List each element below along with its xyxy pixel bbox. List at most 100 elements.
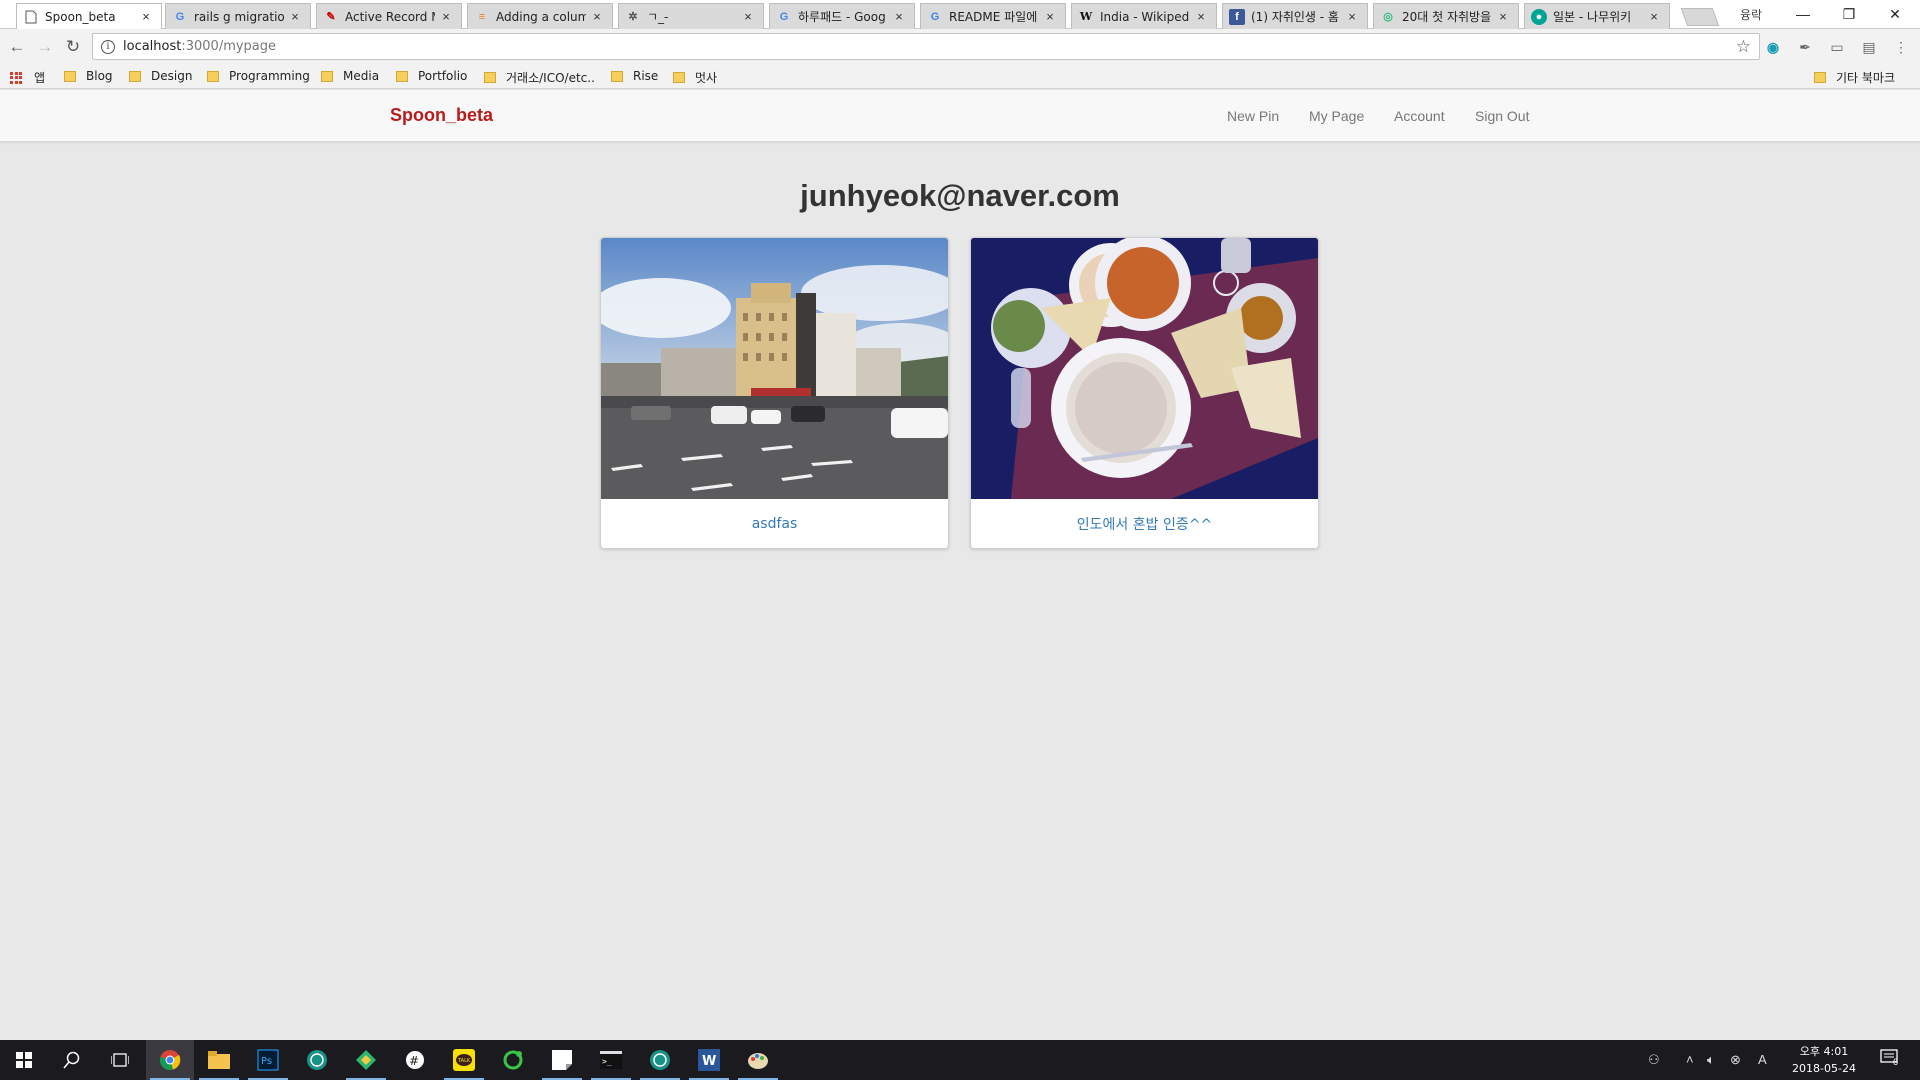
tab-rails-migration[interactable]: G rails g migration ×: [165, 3, 311, 29]
city-street-photo[interactable]: [601, 238, 948, 499]
pin-card[interactable]: 인도에서 혼밥 인증^^: [970, 237, 1319, 549]
close-icon[interactable]: ×: [1194, 9, 1208, 24]
network-icon[interactable]: ⊗: [1730, 1052, 1741, 1068]
pin-caption[interactable]: 인도에서 혼밥 인증^^: [971, 499, 1318, 548]
bookmark-folder-media[interactable]: Media: [321, 69, 379, 83]
search-icon[interactable]: [48, 1040, 96, 1080]
tab-readme[interactable]: G README 파일에 ×: [920, 3, 1066, 29]
bookmark-folder-other[interactable]: 기타 북마크: [1814, 69, 1895, 86]
back-icon[interactable]: ←: [6, 36, 28, 58]
bookmark-label: Portfolio: [418, 69, 468, 83]
bookmark-label: Programming: [229, 69, 310, 83]
reload-icon[interactable]: ↻: [62, 36, 84, 58]
folder-icon: [321, 70, 333, 82]
tab-title: India - Wikipedia: [1100, 9, 1190, 24]
tab-harupad[interactable]: G 하루패드 - Goog ×: [769, 3, 915, 29]
nav-my-page[interactable]: My Page: [1309, 108, 1364, 124]
line-icon[interactable]: [489, 1040, 537, 1080]
tab-title: Adding a column: [496, 9, 586, 24]
windows-start-icon[interactable]: [0, 1040, 48, 1080]
address-bar[interactable]: i localhost:3000/mypage ☆: [92, 33, 1760, 60]
bookmark-folder-likelion[interactable]: 멋사: [673, 69, 717, 86]
close-icon[interactable]: ×: [1647, 9, 1661, 24]
restore-icon[interactable]: ❐: [1826, 0, 1872, 28]
close-icon[interactable]: ×: [590, 9, 604, 24]
bookmark-folder-blog[interactable]: Blog: [64, 69, 113, 83]
task-view-icon[interactable]: [96, 1040, 144, 1080]
slack-icon[interactable]: #: [391, 1040, 439, 1080]
action-center-icon[interactable]: 6: [1880, 1049, 1904, 1071]
bookmark-folder-portfolio[interactable]: Portfolio: [396, 69, 467, 83]
bookmark-label: Rise: [633, 69, 659, 83]
brand-logo-link[interactable]: Spoon_beta: [390, 105, 493, 126]
volume-icon[interactable]: 🔈︎: [1707, 1052, 1715, 1068]
close-icon[interactable]: ×: [439, 9, 453, 24]
nav-account[interactable]: Account: [1394, 108, 1445, 124]
close-icon[interactable]: ×: [1043, 9, 1057, 24]
bookmark-folder-programming[interactable]: Programming: [207, 69, 310, 83]
tab-brunch[interactable]: ◎ 20대 첫 자취방을 ×: [1373, 3, 1519, 29]
chrome-icon[interactable]: [146, 1040, 194, 1080]
close-icon[interactable]: ×: [892, 9, 906, 24]
close-icon[interactable]: ×: [1345, 9, 1359, 24]
new-tab-button[interactable]: [1680, 8, 1720, 26]
close-window-icon[interactable]: ✕: [1872, 0, 1918, 28]
tab-spoon-beta[interactable]: Spoon_beta ×: [16, 3, 162, 29]
indian-food-photo[interactable]: [971, 238, 1318, 499]
forward-icon[interactable]: →: [34, 36, 56, 58]
close-icon[interactable]: ×: [1496, 9, 1510, 24]
tab-facebook[interactable]: f (1) 자취인생 - 홈 ×: [1222, 3, 1368, 29]
extension-menu-icon[interactable]: ▤: [1860, 38, 1878, 56]
tab-namuwiki[interactable]: ● 일본 - 나무위키 ×: [1524, 3, 1670, 29]
tab-adding-column[interactable]: ≡ Adding a column ×: [467, 3, 613, 29]
gitkraken-icon[interactable]: [293, 1040, 341, 1080]
pin-caption[interactable]: asdfas: [601, 499, 948, 548]
paint-icon[interactable]: [734, 1040, 782, 1080]
tab-title: 20대 첫 자취방을: [1402, 10, 1492, 24]
bookmark-folder-design[interactable]: Design: [129, 69, 192, 83]
close-icon[interactable]: ×: [741, 9, 755, 24]
file-explorer-icon[interactable]: [195, 1040, 243, 1080]
photoshop-icon[interactable]: Ps: [244, 1040, 292, 1080]
show-hidden-icons-icon[interactable]: ˄: [1686, 1052, 1694, 1067]
svg-text:W: W: [702, 1054, 716, 1069]
eyedropper-extension-icon[interactable]: ✒: [1796, 38, 1814, 56]
grammarly-extension-icon[interactable]: ◉: [1764, 38, 1782, 56]
terminal-icon[interactable]: >_: [587, 1040, 635, 1080]
extension-icon[interactable]: ▭: [1828, 38, 1846, 56]
folder-icon: [673, 72, 685, 83]
bookmark-label: Media: [343, 69, 380, 83]
bookmark-star-icon[interactable]: ☆: [1736, 37, 1751, 57]
bookmark-folder-exchange[interactable]: 거래소/ICO/etc..: [484, 69, 595, 86]
more-menu-icon[interactable]: ⋮: [1892, 38, 1910, 56]
windows-taskbar: Ps # TALK >_ W ⚇ ˄ 🔈︎ ⊗ A 오후 4:01 2018-0…: [0, 1040, 1920, 1080]
bookmark-folder-rise[interactable]: Rise: [611, 69, 658, 83]
word-icon[interactable]: W: [685, 1040, 733, 1080]
close-icon[interactable]: ×: [288, 9, 302, 24]
ime-indicator[interactable]: A: [1758, 1052, 1767, 1067]
url-path: :3000/mypage: [181, 39, 277, 54]
stackoverflow-icon: ≡: [478, 10, 486, 23]
url-host: localhost: [123, 39, 182, 54]
rails-icon: ✎: [326, 11, 336, 23]
people-icon[interactable]: ⚇: [1648, 1052, 1660, 1068]
bookmark-label: 멋사: [695, 71, 718, 85]
bookmark-apps[interactable]: 앱: [10, 69, 45, 86]
kakaotalk-icon[interactable]: TALK: [440, 1040, 488, 1080]
profile-button[interactable]: 융락: [1740, 6, 1762, 23]
bookmark-label: 기타 북마크: [1836, 71, 1896, 85]
nav-new-pin[interactable]: New Pin: [1227, 108, 1279, 124]
info-icon[interactable]: i: [101, 39, 115, 54]
tab-active-record[interactable]: ✎ Active Record M ×: [316, 3, 462, 29]
tab-misc[interactable]: ✲ ㄱ_- ×: [618, 3, 764, 29]
minimize-icon[interactable]: —: [1780, 0, 1826, 28]
sticky-notes-icon[interactable]: [538, 1040, 586, 1080]
system-clock[interactable]: 오후 4:01 2018-05-24: [1786, 1043, 1862, 1077]
sourcetree-icon[interactable]: [342, 1040, 390, 1080]
tab-india-wikipedia[interactable]: W India - Wikipedia ×: [1071, 3, 1217, 29]
notification-count: 6: [1893, 1057, 1899, 1067]
close-icon[interactable]: ×: [139, 9, 153, 24]
nav-sign-out[interactable]: Sign Out: [1475, 108, 1529, 124]
pin-card[interactable]: asdfas: [600, 237, 949, 549]
gitkraken-icon[interactable]: [636, 1040, 684, 1080]
